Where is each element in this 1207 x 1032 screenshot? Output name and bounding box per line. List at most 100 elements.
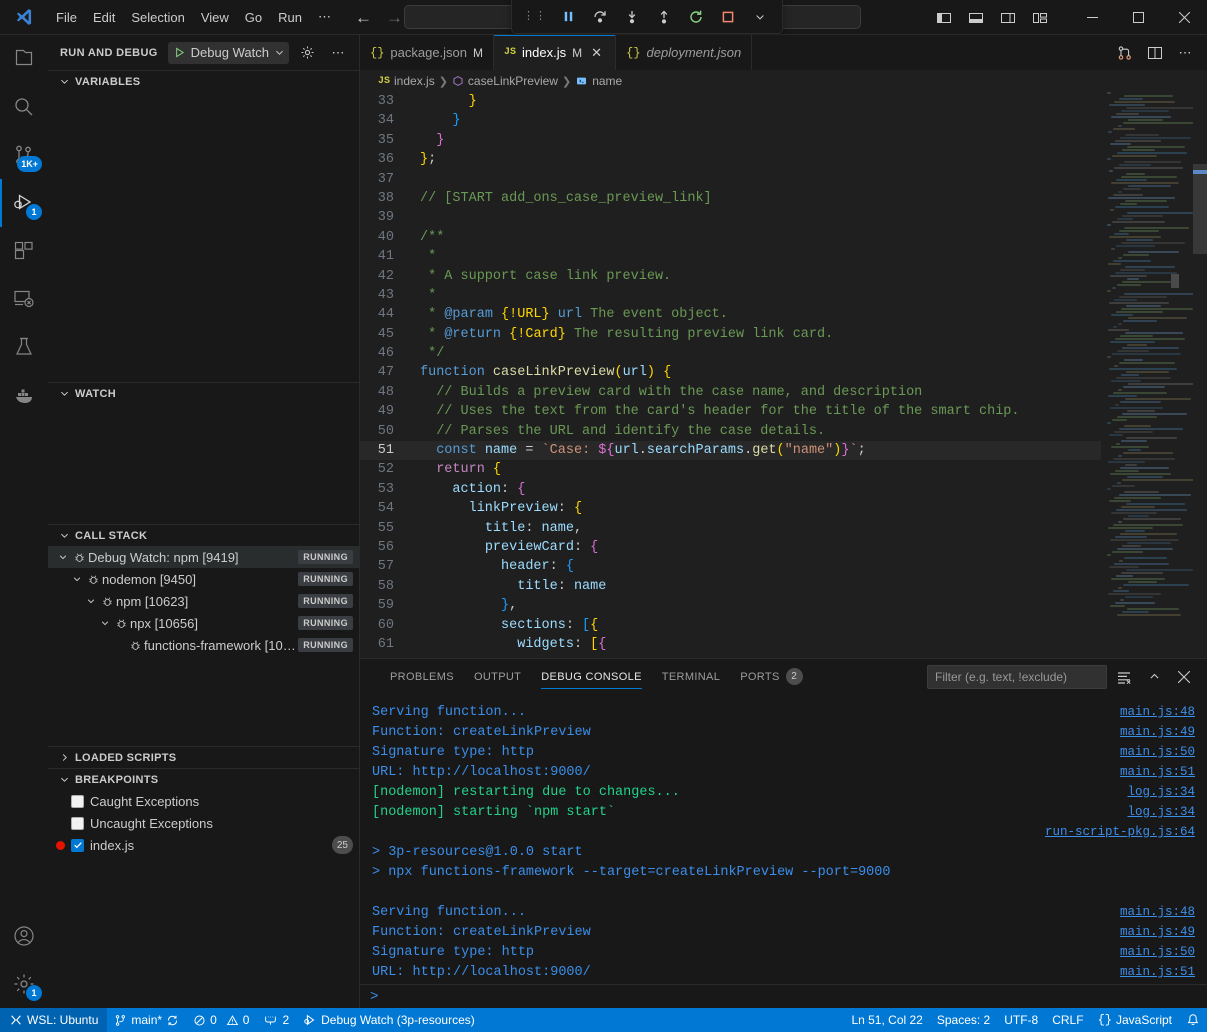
activity-item-manage-settings[interactable]: 1 xyxy=(0,960,48,1008)
status-eol[interactable]: CRLF xyxy=(1045,1008,1090,1032)
panel-tab[interactable]: PORTS2 xyxy=(730,659,812,694)
code-line[interactable]: 48 // Builds a preview card with the cas… xyxy=(360,383,1101,402)
code-line[interactable]: 49 // Uses the text from the card's head… xyxy=(360,402,1101,421)
breakpoints-header[interactable]: BREAKPOINTS xyxy=(48,768,359,790)
toggle-secondary-sidebar-icon[interactable] xyxy=(993,5,1023,31)
code-line[interactable]: 56 previewCard: { xyxy=(360,538,1101,557)
code-line[interactable]: 54 linkPreview: { xyxy=(360,499,1101,518)
activity-item-testing[interactable] xyxy=(0,323,48,371)
call-stack-row[interactable]: npx [10656]RUNNING xyxy=(48,612,359,634)
status-notifications[interactable] xyxy=(1179,1008,1207,1032)
window-close-button[interactable] xyxy=(1161,0,1207,35)
code-line[interactable]: 33 } xyxy=(360,92,1101,111)
code-line[interactable]: 53 action: { xyxy=(360,480,1101,499)
code-line[interactable]: 43 * xyxy=(360,286,1101,305)
compare-changes-icon[interactable] xyxy=(1111,39,1139,67)
console-source-link[interactable]: run-script-pkg.js:64 xyxy=(1045,825,1195,839)
clear-console-icon[interactable] xyxy=(1111,664,1137,690)
chevron-down-icon[interactable] xyxy=(84,596,98,606)
call-stack-row[interactable]: functions-framework [106…RUNNING xyxy=(48,634,359,656)
chevron-down-icon[interactable] xyxy=(746,4,774,30)
code-line[interactable]: 47function caseLinkPreview(url) { xyxy=(360,363,1101,382)
status-indentation[interactable]: Spaces: 2 xyxy=(930,1008,997,1032)
status-debug-session[interactable]: Debug Watch (3p-resources) xyxy=(296,1008,482,1032)
loaded-scripts-header[interactable]: LOADED SCRIPTS xyxy=(48,746,359,768)
step-over-icon[interactable] xyxy=(586,4,614,30)
activity-item-source-control[interactable]: 1K+ xyxy=(0,131,48,179)
console-filter-input[interactable]: Filter (e.g. text, !exclude) xyxy=(927,665,1107,689)
restart-icon[interactable] xyxy=(682,4,710,30)
menu-edit[interactable]: Edit xyxy=(85,7,123,28)
console-source-link[interactable]: log.js:34 xyxy=(1127,805,1195,819)
code-line[interactable]: 44 * @param {!URL} url The event object. xyxy=(360,305,1101,324)
debug-console-input[interactable]: > xyxy=(360,984,1207,1008)
editor-tab[interactable]: JSindex.jsM✕ xyxy=(494,35,616,70)
call-stack-header[interactable]: CALL STACK xyxy=(48,524,359,546)
debug-console-output[interactable]: Serving function...main.js:48Function: c… xyxy=(360,694,1207,984)
code-line[interactable]: 45 * @return {!Card} The resulting previ… xyxy=(360,325,1101,344)
code-line[interactable]: 55 title: name, xyxy=(360,519,1101,538)
launch-configuration-selector[interactable]: Debug Watch xyxy=(168,42,289,64)
sidebar-more-actions-icon[interactable]: ⋯ xyxy=(327,42,349,64)
go-forward-icon[interactable]: → xyxy=(386,9,403,26)
chevron-down-icon[interactable] xyxy=(70,574,84,584)
window-maximize-button[interactable] xyxy=(1115,0,1161,35)
console-source-link[interactable]: main.js:49 xyxy=(1120,725,1195,739)
code-line[interactable]: 61 widgets: [{ xyxy=(360,635,1101,654)
go-back-icon[interactable]: ← xyxy=(355,9,372,26)
menu-selection[interactable]: Selection xyxy=(123,7,192,28)
code-lines-container[interactable]: 33 }34 }35 }36};3738// [START add_ons_ca… xyxy=(360,92,1101,658)
breakpoint-row[interactable]: index.js25 xyxy=(48,834,359,856)
close-icon[interactable]: ✕ xyxy=(588,44,605,61)
code-line[interactable]: 42 * A support case link preview. xyxy=(360,267,1101,286)
breadcrumb-item-variable[interactable]: name xyxy=(575,74,622,88)
status-ports[interactable]: 2 xyxy=(256,1008,296,1032)
code-line[interactable]: 35 } xyxy=(360,131,1101,150)
chevron-down-icon[interactable] xyxy=(56,552,70,562)
code-line[interactable]: 39 xyxy=(360,208,1101,227)
code-line[interactable]: 57 header: { xyxy=(360,557,1101,576)
breakpoint-checkbox[interactable] xyxy=(71,839,84,852)
console-source-link[interactable]: main.js:49 xyxy=(1120,925,1195,939)
code-line[interactable]: 51 const name = `Case: ${url.searchParam… xyxy=(360,441,1101,460)
code-editor[interactable]: 33 }34 }35 }36};3738// [START add_ons_ca… xyxy=(360,92,1207,658)
panel-tab[interactable]: OUTPUT xyxy=(464,659,531,694)
menu-more[interactable]: ⋯ xyxy=(310,6,339,28)
stop-icon[interactable] xyxy=(714,4,742,30)
code-line[interactable]: 41 * xyxy=(360,247,1101,266)
status-encoding[interactable]: UTF-8 xyxy=(997,1008,1045,1032)
activity-item-explorer[interactable] xyxy=(0,35,48,83)
status-problems[interactable]: 0 0 xyxy=(186,1008,256,1032)
editor-more-actions-icon[interactable]: ⋯ xyxy=(1171,39,1199,67)
variables-header[interactable]: VARIABLES xyxy=(48,70,359,92)
code-line[interactable]: 38// [START add_ons_case_preview_link] xyxy=(360,189,1101,208)
status-branch[interactable]: main* xyxy=(107,1008,186,1032)
activity-item-accounts[interactable] xyxy=(0,912,48,960)
console-source-link[interactable]: log.js:34 xyxy=(1127,785,1195,799)
editor-tab[interactable]: {}package.jsonM xyxy=(360,35,494,70)
breakpoint-row[interactable]: Uncaught Exceptions xyxy=(48,812,359,834)
debug-settings-gear-icon[interactable] xyxy=(297,42,319,64)
status-language-mode[interactable]: {} JavaScript xyxy=(1091,1008,1179,1032)
menu-run[interactable]: Run xyxy=(270,7,310,28)
status-cursor-position[interactable]: Ln 51, Col 22 xyxy=(844,1008,929,1032)
toggle-panel-icon[interactable] xyxy=(961,5,991,31)
console-source-link[interactable]: main.js:48 xyxy=(1120,705,1195,719)
editor-tab[interactable]: {}deployment.json xyxy=(616,35,752,70)
breadcrumb-item-function[interactable]: caseLinkPreview xyxy=(452,74,558,88)
code-line[interactable]: 36}; xyxy=(360,150,1101,169)
step-into-icon[interactable] xyxy=(618,4,646,30)
breadcrumb-item-file[interactable]: JS index.js xyxy=(378,74,435,88)
activity-item-run-and-debug[interactable]: 1 xyxy=(0,179,48,227)
activity-item-remote-explorer[interactable] xyxy=(0,275,48,323)
code-line[interactable]: 52 return { xyxy=(360,460,1101,479)
step-out-icon[interactable] xyxy=(650,4,678,30)
code-line[interactable]: 40/** xyxy=(360,228,1101,247)
window-minimize-button[interactable] xyxy=(1069,0,1115,35)
breakpoint-checkbox[interactable] xyxy=(71,795,84,808)
activity-item-docker[interactable] xyxy=(0,371,48,419)
drag-handle-icon[interactable]: ⋮⋮ xyxy=(520,11,550,22)
status-remote-host[interactable]: WSL: Ubuntu xyxy=(0,1008,107,1032)
watch-header[interactable]: WATCH xyxy=(48,382,359,404)
call-stack-row[interactable]: npm [10623]RUNNING xyxy=(48,590,359,612)
